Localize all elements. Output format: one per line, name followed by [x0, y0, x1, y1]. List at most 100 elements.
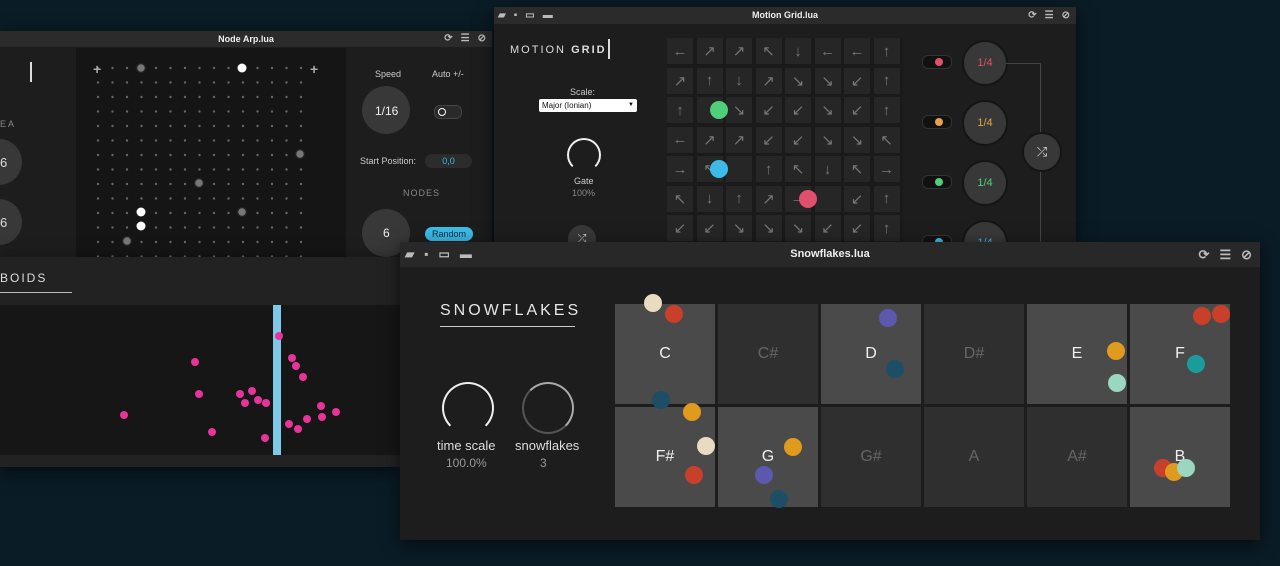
note-pad[interactable]: D — [821, 304, 921, 404]
grid-cell[interactable]: → — [667, 156, 693, 182]
grid-cell[interactable]: ↓ — [785, 38, 811, 64]
grid-cell[interactable]: ↖ — [785, 156, 811, 182]
grid-cell[interactable]: ↗ — [755, 67, 782, 94]
grid-cell[interactable]: → — [873, 156, 900, 182]
shuffle-icon[interactable]: ⤮ — [1022, 132, 1062, 172]
rate-toggle[interactable] — [922, 115, 952, 129]
grid-cell[interactable]: ↙ — [844, 67, 870, 94]
grid-cell[interactable]: ↙ — [785, 97, 811, 123]
grid-cell[interactable]: ↙ — [667, 215, 693, 241]
rate-toggle[interactable] — [922, 235, 952, 242]
grid-cell[interactable]: ↓ — [726, 67, 752, 94]
node-grid[interactable]: // placeholder — [76, 48, 346, 257]
rate-knob[interactable]: 1/4 — [962, 40, 1008, 86]
gate-value: 100% — [572, 188, 596, 198]
time-scale-knob[interactable] — [442, 382, 494, 434]
grid-cell[interactable]: ↖ — [873, 126, 900, 153]
snowflake — [770, 490, 788, 508]
note-pad[interactable]: B — [1130, 407, 1230, 507]
grid-cell[interactable]: ↘ — [814, 97, 841, 123]
grid-cell[interactable]: ↑ — [873, 215, 900, 241]
start-position-field[interactable]: 0,0 — [425, 154, 472, 168]
grid-cell[interactable]: ↗ — [696, 38, 723, 64]
plus-icon[interactable]: + — [93, 61, 101, 77]
grid-cell[interactable]: ↘ — [755, 215, 782, 241]
grid-cell[interactable]: ↗ — [696, 126, 723, 153]
grid-cell[interactable]: ↓ — [696, 185, 723, 212]
script-icon[interactable]: ☰ — [461, 31, 470, 47]
rate-knob[interactable]: 1/4 — [962, 220, 1008, 242]
grid-cell[interactable]: ↑ — [873, 67, 900, 94]
grid-cell[interactable]: ↑ — [873, 38, 900, 64]
grid-cell[interactable] — [726, 156, 752, 182]
note-pad[interactable]: D# — [924, 304, 1024, 404]
grid-cell[interactable]: ↙ — [814, 215, 841, 241]
rate-knob[interactable]: 1/4 — [962, 100, 1008, 146]
grid-cell[interactable]: ↑ — [755, 156, 782, 182]
note-pad[interactable]: C — [615, 304, 715, 404]
script-icon[interactable]: ☰ — [1219, 242, 1231, 267]
grid-cell[interactable]: ↘ — [726, 97, 752, 123]
grid-cell[interactable]: ↘ — [785, 215, 811, 241]
note-pad[interactable]: F# — [615, 407, 715, 507]
disable-icon[interactable]: ⊘ — [478, 31, 486, 47]
grid-cell[interactable]: ← — [667, 38, 693, 64]
grid-cell[interactable]: ↙ — [755, 97, 782, 123]
scale-select[interactable]: Major (Ionian) ▼ — [539, 99, 637, 112]
grid-cell[interactable]: ← — [814, 38, 841, 64]
auto-toggle[interactable] — [434, 105, 462, 119]
boid — [208, 428, 216, 436]
disable-icon[interactable]: ⊘ — [1062, 7, 1070, 24]
grid-cell[interactable]: ↙ — [844, 185, 870, 212]
node-arp-window: Node Arp.lua ⟳ ☰ ⊘ EA 6 6 // placeholder… — [0, 31, 492, 257]
grid-cell[interactable]: ↙ — [696, 215, 723, 241]
grid-cell[interactable]: ↘ — [726, 215, 752, 241]
disable-icon[interactable]: ⊘ — [1241, 242, 1252, 267]
script-icon[interactable]: ☰ — [1045, 7, 1054, 24]
node-dot — [236, 206, 248, 218]
grid-cell[interactable]: ↑ — [726, 185, 752, 212]
grid-cell[interactable]: ↑ — [696, 67, 723, 94]
random-button[interactable]: Random — [425, 227, 473, 241]
grid-cell[interactable]: ↙ — [785, 126, 811, 153]
snowflakes-knob[interactable] — [522, 382, 574, 434]
reload-icon[interactable]: ⟳ — [444, 31, 452, 47]
grid-cell[interactable] — [814, 185, 841, 212]
note-pad[interactable]: C# — [718, 304, 818, 404]
grid-cell[interactable]: ↘ — [785, 67, 811, 94]
grid-cell[interactable]: ↙ — [844, 215, 870, 241]
grid-cell[interactable]: ↖ — [844, 156, 870, 182]
grid-cell[interactable]: ↖ — [755, 38, 782, 64]
rate-toggle[interactable] — [922, 175, 952, 189]
note-pad[interactable]: G — [718, 407, 818, 507]
grid-cell[interactable]: ↘ — [844, 126, 870, 153]
rate-knob[interactable]: 1/4 — [962, 160, 1008, 206]
grid-cell[interactable]: ← — [667, 126, 693, 153]
note-pad[interactable]: G# — [821, 407, 921, 507]
grid-cell[interactable]: ↗ — [726, 38, 752, 64]
reload-icon[interactable]: ⟳ — [1028, 7, 1036, 24]
shuffle-icon[interactable]: ⤮ — [568, 225, 596, 242]
grid-dot — [111, 197, 114, 200]
grid-cell[interactable]: ↙ — [844, 97, 870, 123]
plus-icon[interactable]: + — [310, 61, 318, 77]
grid-cell[interactable]: ↘ — [814, 126, 841, 153]
grid-cell[interactable]: ↖ — [667, 185, 693, 212]
grid-cell[interactable]: ↑ — [873, 97, 900, 123]
grid-cell[interactable]: ↑ — [873, 185, 900, 212]
grid-cell[interactable]: ↘ — [814, 67, 841, 94]
reload-icon[interactable]: ⟳ — [1199, 242, 1210, 267]
grid-cell[interactable]: ↗ — [755, 185, 782, 212]
grid-cell[interactable]: ↗ — [726, 126, 752, 153]
boids-canvas[interactable] — [0, 305, 400, 455]
grid-cell[interactable]: ↑ — [667, 97, 693, 123]
grid-cell[interactable]: ↓ — [814, 156, 841, 182]
arrow-grid[interactable]: ←↗↗↖↓←←↑↗↑↓↗↘↘↙↑↑↘↙↙↘↙↑←↗↗↙↙↘↘↖→↖↑↖↓↖→↖↓… — [667, 38, 903, 242]
gate-knob[interactable] — [567, 138, 601, 172]
note-pad[interactable]: A — [924, 407, 1024, 507]
grid-cell[interactable]: ← — [844, 38, 870, 64]
grid-cell[interactable]: ↗ — [667, 67, 693, 94]
rate-toggle[interactable] — [922, 55, 952, 69]
grid-cell[interactable]: ↙ — [755, 126, 782, 153]
note-pad[interactable]: A# — [1027, 407, 1127, 507]
